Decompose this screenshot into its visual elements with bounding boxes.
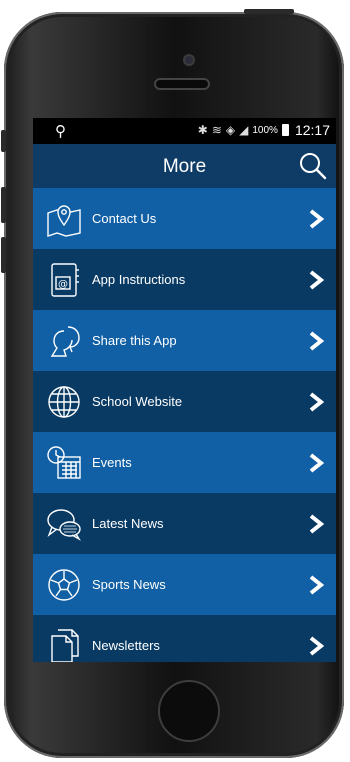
- menu-item-share-this-app[interactable]: Share this App: [33, 310, 336, 371]
- chevron-right-icon: [306, 574, 326, 596]
- menu-item-label: School Website: [92, 394, 183, 409]
- status-bar: ⚲ ✱ ≋ ◈ ◢ 100% 12:17: [33, 118, 336, 144]
- home-button[interactable]: [158, 680, 220, 742]
- location-pin-icon: ⚲: [55, 123, 66, 140]
- power-button: [244, 9, 294, 14]
- bluetooth-icon: ✱: [197, 123, 208, 137]
- chevron-right-icon: [306, 391, 326, 413]
- chat-bubbles-icon: [46, 506, 82, 542]
- menu-item-label: Latest News: [92, 516, 164, 531]
- calendar-clock-icon: [46, 445, 82, 481]
- front-camera: [185, 56, 193, 64]
- status-time: 12:17: [294, 122, 330, 138]
- volume-down-button: [1, 237, 6, 273]
- chevron-right-icon: [306, 330, 326, 352]
- search-icon[interactable]: [298, 151, 328, 181]
- menu-item-events[interactable]: Events: [33, 432, 336, 493]
- chevron-right-icon: [306, 452, 326, 474]
- more-menu-list: Contact Us @ App Instructions Share this…: [33, 188, 336, 662]
- vibrate-icon: ≋: [211, 123, 222, 137]
- wifi-icon: ◈: [225, 123, 236, 137]
- page-title: More: [162, 156, 207, 177]
- chevron-right-icon: [306, 635, 326, 657]
- menu-item-label: Share this App: [92, 333, 177, 348]
- status-indicators: ✱ ≋ ◈ ◢ 100% 12:17: [198, 122, 330, 138]
- chevron-right-icon: [306, 208, 326, 230]
- volume-up-button: [1, 187, 6, 223]
- soccer-ball-icon: [46, 567, 82, 603]
- menu-item-label: Events: [92, 455, 132, 470]
- menu-item-latest-news[interactable]: Latest News: [33, 493, 336, 554]
- battery-icon: [281, 124, 289, 136]
- address-book-icon: @: [46, 262, 82, 298]
- mute-switch: [1, 130, 6, 152]
- menu-item-newsletters[interactable]: Newsletters: [33, 615, 336, 662]
- globe-icon: [46, 384, 82, 420]
- menu-item-contact-us[interactable]: Contact Us: [33, 188, 336, 249]
- documents-icon: [46, 628, 82, 662]
- menu-item-label: Contact Us: [92, 211, 157, 226]
- app-header: More: [33, 144, 336, 188]
- svg-text:@: @: [58, 279, 68, 290]
- menu-item-app-instructions[interactable]: @ App Instructions: [33, 249, 336, 310]
- chevron-right-icon: [306, 269, 326, 291]
- menu-item-sports-news[interactable]: Sports News: [33, 554, 336, 615]
- map-pin-icon: [46, 201, 82, 237]
- menu-item-label: Sports News: [92, 577, 166, 592]
- app-screen: ⚲ ✱ ≋ ◈ ◢ 100% 12:17 More Contact Us @ A…: [33, 118, 336, 662]
- menu-item-school-website[interactable]: School Website: [33, 371, 336, 432]
- share-person-icon: [46, 323, 82, 359]
- earpiece-speaker: [156, 80, 208, 88]
- battery-percent: 100%: [252, 124, 278, 136]
- chevron-right-icon: [306, 513, 326, 535]
- signal-icon: ◢: [239, 123, 249, 137]
- menu-item-label: App Instructions: [92, 272, 186, 287]
- menu-item-label: Newsletters: [92, 638, 160, 653]
